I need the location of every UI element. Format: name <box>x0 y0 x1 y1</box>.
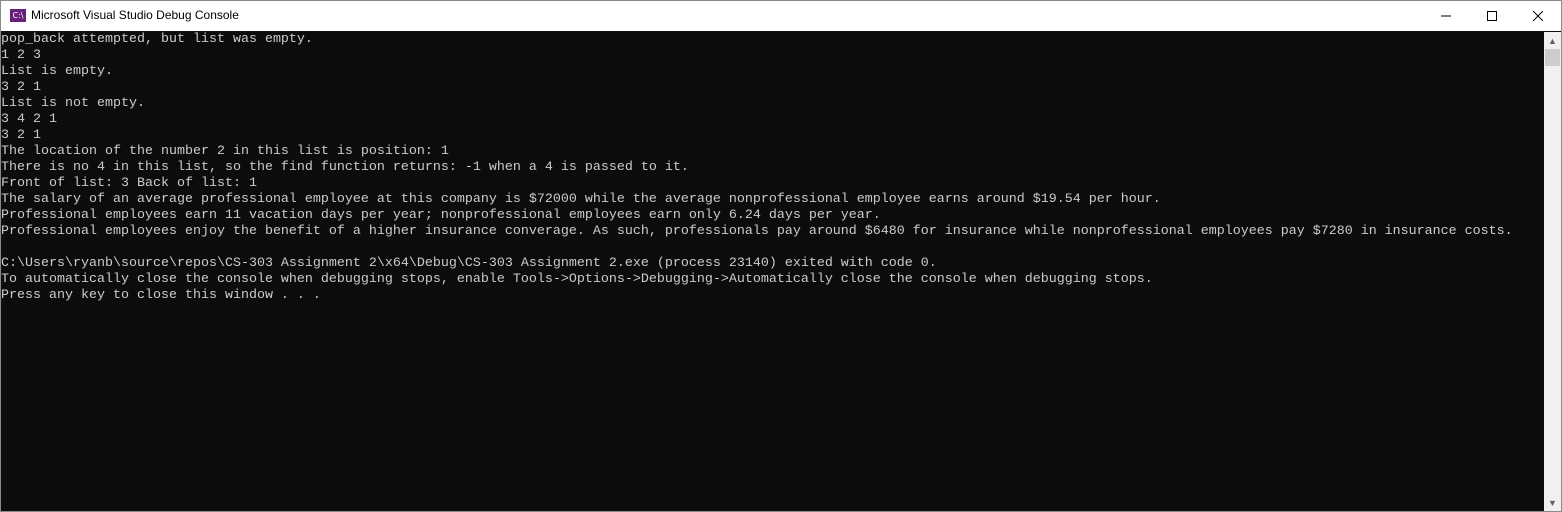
console-line: Press any key to close this window . . . <box>1 288 321 303</box>
minimize-icon <box>1441 15 1451 17</box>
maximize-icon <box>1487 11 1497 21</box>
console-line: 3 2 1 <box>1 80 41 95</box>
console-line: 3 4 2 1 <box>1 112 57 127</box>
console-line: 3 2 1 <box>1 128 41 143</box>
console-line: Professional employees enjoy the benefit… <box>1 224 1513 239</box>
minimize-button[interactable] <box>1423 1 1469 31</box>
console-line: 1 2 3 <box>1 48 41 63</box>
console-window: C:\ Microsoft Visual Studio Debug Consol… <box>0 0 1562 512</box>
scroll-up-arrow-icon[interactable]: ▲ <box>1544 32 1561 49</box>
console-line: Professional employees earn 11 vacation … <box>1 208 881 223</box>
console-line: To automatically close the console when … <box>1 272 1153 287</box>
scrollbar-thumb[interactable] <box>1545 49 1560 66</box>
console-app-icon: C:\ <box>10 9 26 22</box>
console-line: Front of list: 3 Back of list: 1 <box>1 176 257 191</box>
vertical-scrollbar[interactable]: ▲ ▼ <box>1544 32 1561 511</box>
maximize-button[interactable] <box>1469 1 1515 31</box>
console-line: There is no 4 in this list, so the find … <box>1 160 689 175</box>
console-output[interactable]: pop_back attempted, but list was empty. 1… <box>1 32 1545 511</box>
console-line: C:\Users\ryanb\source\repos\CS-303 Assig… <box>1 256 937 271</box>
close-icon <box>1533 11 1543 21</box>
console-line: The salary of an average professional em… <box>1 192 1161 207</box>
console-line: List is empty. <box>1 64 113 79</box>
console-line: pop_back attempted, but list was empty. <box>1 32 313 47</box>
window-title: Microsoft Visual Studio Debug Console <box>31 8 239 22</box>
console-line: The location of the number 2 in this lis… <box>1 144 449 159</box>
console-line: List is not empty. <box>1 96 145 111</box>
title-bar[interactable]: C:\ Microsoft Visual Studio Debug Consol… <box>1 1 1561 31</box>
scroll-down-arrow-icon[interactable]: ▼ <box>1544 494 1561 511</box>
close-button[interactable] <box>1515 1 1561 31</box>
